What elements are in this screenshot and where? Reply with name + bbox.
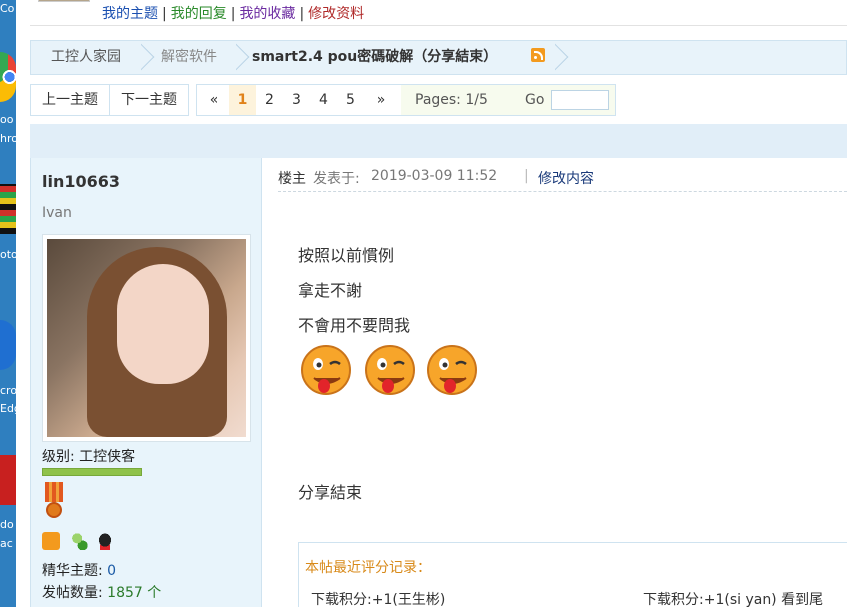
breadcrumb-forum[interactable]: 解密软件 <box>161 41 217 74</box>
posted-time: 2019-03-09 11:52 <box>371 168 498 184</box>
link-separator: | <box>162 6 167 22</box>
level-bar <box>42 468 142 476</box>
edge-icon[interactable] <box>0 320 16 370</box>
edit-profile-link[interactable]: 修改资料 <box>308 6 364 22</box>
author-avatar[interactable] <box>42 234 251 442</box>
essence-value[interactable]: 0 <box>107 563 116 579</box>
page-button[interactable]: 5 <box>337 85 364 115</box>
desktop-label: ac <box>0 537 13 550</box>
my-favorites-link[interactable]: 我的收藏 <box>239 6 295 22</box>
page-button[interactable]: 4 <box>310 85 337 115</box>
post-line: 拿走不謝 <box>298 281 363 300</box>
page-nav: « 1 2 3 4 5 » Pages: 1/5 Go <box>196 84 616 116</box>
link-separator: | <box>230 6 236 22</box>
page-button[interactable]: 3 <box>283 85 310 115</box>
posted-label: 发表于: <box>313 171 360 187</box>
page-count-text: Pages: 1/5 <box>415 92 488 108</box>
post-line: 按照以前慣例 <box>298 246 395 265</box>
posts-value: 1857 个 <box>107 585 162 601</box>
my-topics-link[interactable]: 我的主题 <box>102 6 158 22</box>
post-floor: 楼主 <box>278 171 306 187</box>
breadcrumb-separator <box>555 40 569 75</box>
avatar-image <box>47 239 246 437</box>
author-level: 级别: 工控侠客 <box>42 449 136 465</box>
post-meta: 楼主 发表于: 2019-03-09 11:52 | 修改内容 <box>278 166 847 192</box>
user-links: 我的主题 | 我的回复 | 我的收藏 | 修改资料 <box>102 3 364 23</box>
posts-label: 发帖数量: <box>42 585 103 601</box>
post-closing: 分享結束 <box>298 483 363 502</box>
author-name[interactable]: lin10663 <box>42 172 120 191</box>
page-button[interactable]: 2 <box>256 85 283 115</box>
rating-title: 本帖最近评分记录： <box>305 560 431 576</box>
rating-item: 下载积分:+1(si yan) 看到尾 <box>643 592 824 607</box>
wink-smiley-icon <box>301 345 351 395</box>
author-sidebar: lin10663 Ivan 级别: 工控侠客 精华主题: 0 发帖数量: 185… <box>30 158 262 607</box>
chrome-icon[interactable] <box>0 52 16 102</box>
media-app-icon[interactable] <box>0 184 16 234</box>
acrobat-icon[interactable] <box>0 455 16 505</box>
wink-smiley-icon <box>427 345 477 395</box>
prev-thread-button[interactable]: 上一主题 <box>31 85 110 115</box>
post-header-band <box>30 124 847 158</box>
my-replies-link[interactable]: 我的回复 <box>171 6 227 22</box>
breadcrumb-home[interactable]: 工控人家园 <box>51 41 121 74</box>
author-title: Ivan <box>42 205 72 221</box>
breadcrumb-separator <box>236 40 250 75</box>
last-page-button[interactable]: » <box>364 85 398 115</box>
wink-smiley-icon <box>365 345 415 395</box>
go-page-input[interactable] <box>551 90 609 110</box>
posts-stat: 发帖数量: 1857 个 <box>42 582 161 602</box>
desktop-strip: Co oo hro oto cro Edg do ac <box>0 0 16 607</box>
breadcrumb: 工控人家园 解密软件 smart2.4 pou密碼破解（分享結束） <box>30 40 847 75</box>
page-button-current[interactable]: 1 <box>229 85 256 115</box>
next-thread-button[interactable]: 下一主题 <box>110 85 188 115</box>
post-line: 不會用不要問我 <box>298 316 411 335</box>
avatar[interactable] <box>38 0 90 2</box>
rating-item: 下载积分:+1(王生彬) <box>311 592 446 607</box>
edit-post-link[interactable]: 修改内容 <box>538 168 594 188</box>
user-bar: 我的主题 | 我的回复 | 我的收藏 | 修改资料 <box>30 0 847 26</box>
medal-disc <box>46 502 62 518</box>
go-label: Go <box>525 92 545 108</box>
add-friend-icon[interactable] <box>70 532 88 550</box>
meta-separator: | <box>524 168 529 184</box>
avatar-face <box>117 264 209 384</box>
first-page-button[interactable]: « <box>199 85 229 115</box>
page-title: smart2.4 pou密碼破解（分享結束） <box>252 49 498 65</box>
post-content: 按照以前慣例 拿走不謝 不會用不要問我 分享結束 本帖最近评分记录： 下载积分:… <box>278 194 847 607</box>
medal-icon <box>43 482 65 522</box>
desktop-label: cro <box>0 384 16 397</box>
desktop-label: do <box>0 518 14 531</box>
desktop-label: Edg <box>0 402 16 415</box>
essence-label: 精华主题: <box>42 563 103 579</box>
breadcrumb-separator <box>141 40 155 75</box>
desktop-label: oto <box>0 248 16 261</box>
qq-icon[interactable] <box>96 532 114 550</box>
essence-stat: 精华主题: 0 <box>42 560 116 580</box>
desktop-label: oo <box>0 113 14 126</box>
medal-ribbon <box>45 482 63 502</box>
thread-nav: 上一主题 下一主题 <box>30 84 189 116</box>
rss-icon[interactable] <box>531 48 545 62</box>
desktop-label: hro <box>0 132 16 145</box>
desktop-label: Co <box>0 2 15 15</box>
link-separator: | <box>299 6 305 22</box>
rating-record: 本帖最近评分记录： 下载积分:+1(王生彬) 下载积分:+1(si yan) 看… <box>298 542 847 607</box>
speaker-icon[interactable] <box>42 532 60 550</box>
